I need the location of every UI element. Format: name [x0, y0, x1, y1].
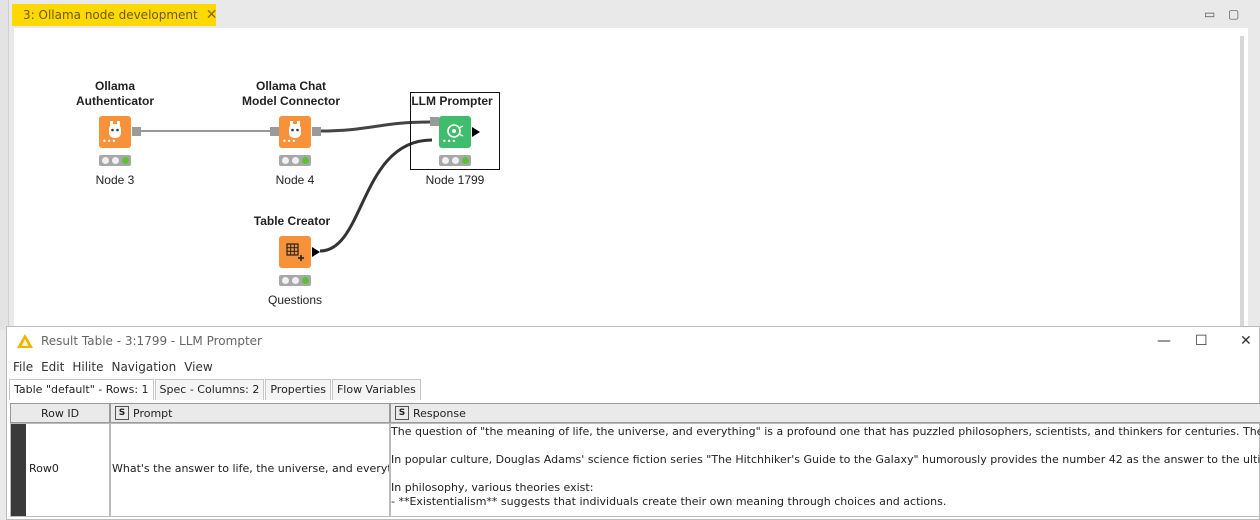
- table-creator-node[interactable]: [279, 236, 311, 268]
- node-title-line: Ollama: [94, 79, 136, 93]
- column-header-prompt[interactable]: S Prompt: [110, 403, 390, 423]
- response-line: In popular culture, Douglas Adams' scien…: [391, 453, 1260, 466]
- node-title-line: Model Connector: [242, 94, 340, 108]
- window-close-button[interactable]: ✕: [1240, 333, 1252, 349]
- llm-prompter-node[interactable]: •••: [439, 116, 471, 148]
- string-type-icon: S: [115, 406, 129, 420]
- response-line: The question of "the meaning of life, th…: [391, 425, 1260, 438]
- input-port-model[interactable]: [430, 117, 439, 126]
- menu-hilite[interactable]: Hilite: [72, 360, 103, 374]
- string-type-icon: S: [395, 406, 409, 420]
- response-cell[interactable]: The question of "the meaning of life, th…: [390, 423, 1260, 517]
- window-minimize-button[interactable]: —: [1157, 333, 1171, 349]
- table-plus-icon: [286, 243, 304, 261]
- tab-flow-variables[interactable]: Flow Variables: [331, 379, 421, 400]
- column-header-row-id[interactable]: Row ID: [10, 403, 110, 423]
- node-status-light: [279, 275, 311, 286]
- node-menu-dots: •••: [102, 137, 117, 146]
- tab-spec-columns[interactable]: Spec - Columns: 2: [154, 379, 265, 400]
- ollama-chat-model-connector-node[interactable]: •••: [279, 116, 311, 148]
- output-port[interactable]: [132, 127, 141, 136]
- result-table: Row ID S Prompt S Response Row0 What's t…: [10, 403, 1260, 517]
- output-port[interactable]: [312, 127, 321, 136]
- connection-layer: [141, 120, 433, 253]
- node-menu-dots: •••: [282, 137, 297, 146]
- tab-properties[interactable]: Properties: [265, 379, 331, 400]
- menu-file[interactable]: File: [13, 360, 33, 374]
- node-title-table-creator: Table Creator: [253, 214, 331, 228]
- result-tabs: Table "default" - Rows: 1 Spec - Columns…: [9, 379, 422, 400]
- node-title-line: Authenticator: [76, 94, 154, 108]
- table-row[interactable]: Row0: [10, 423, 110, 517]
- output-port-table[interactable]: [312, 247, 320, 257]
- tab-table-default[interactable]: Table "default" - Rows: 1: [9, 379, 154, 400]
- menu-edit[interactable]: Edit: [41, 360, 64, 374]
- response-line: - **Existentialism** suggests that indiv…: [391, 495, 947, 508]
- input-port[interactable]: [270, 127, 279, 136]
- ollama-authenticator-node[interactable]: •••: [99, 116, 131, 148]
- node-title-llm-prompter: LLM Prompter: [411, 94, 493, 108]
- node-status-light: [99, 155, 131, 166]
- column-header-label: Row ID: [40, 406, 80, 420]
- node-status-light: [279, 155, 311, 166]
- node-label[interactable]: Questions: [250, 293, 340, 307]
- node-label[interactable]: Node 4: [255, 173, 335, 187]
- column-header-label: Response: [413, 406, 466, 420]
- column-header-response[interactable]: S Response: [390, 403, 1260, 423]
- node-title-ollama-chat-model-connector: Ollama Chat Model Connector: [230, 79, 352, 109]
- warning-icon: [17, 334, 33, 348]
- result-table-window: Result Table - 3:1799 - LLM Prompter — ☐…: [6, 326, 1260, 520]
- column-header-label: Prompt: [133, 406, 173, 420]
- node-label[interactable]: Node 3: [75, 173, 155, 187]
- output-port-table[interactable]: [472, 127, 480, 137]
- result-window-titlebar[interactable]: Result Table - 3:1799 - LLM Prompter: [7, 327, 1259, 355]
- window-maximize-button[interactable]: ☐: [1195, 333, 1208, 349]
- result-window-title: Result Table - 3:1799 - LLM Prompter: [41, 334, 262, 348]
- menu-bar: File Edit Hilite Navigation View: [7, 357, 215, 377]
- menu-navigation[interactable]: Navigation: [111, 360, 176, 374]
- row-id-cell[interactable]: Row0: [29, 462, 59, 475]
- node-title-line: Ollama Chat: [255, 79, 327, 93]
- prompt-cell-text: What's the answer to life, the universe,…: [112, 462, 389, 475]
- node-menu-dots: •••: [442, 137, 457, 146]
- node-status-light: [439, 155, 471, 166]
- prompt-cell[interactable]: What's the answer to life, the universe,…: [110, 423, 390, 517]
- row-selection-marker: [11, 424, 26, 516]
- node-label[interactable]: Node 1799: [410, 173, 500, 187]
- response-line: In philosophy, various theories exist:: [391, 481, 594, 494]
- node-title-ollama-authenticator: Ollama Authenticator: [60, 79, 170, 109]
- menu-view[interactable]: View: [184, 360, 212, 374]
